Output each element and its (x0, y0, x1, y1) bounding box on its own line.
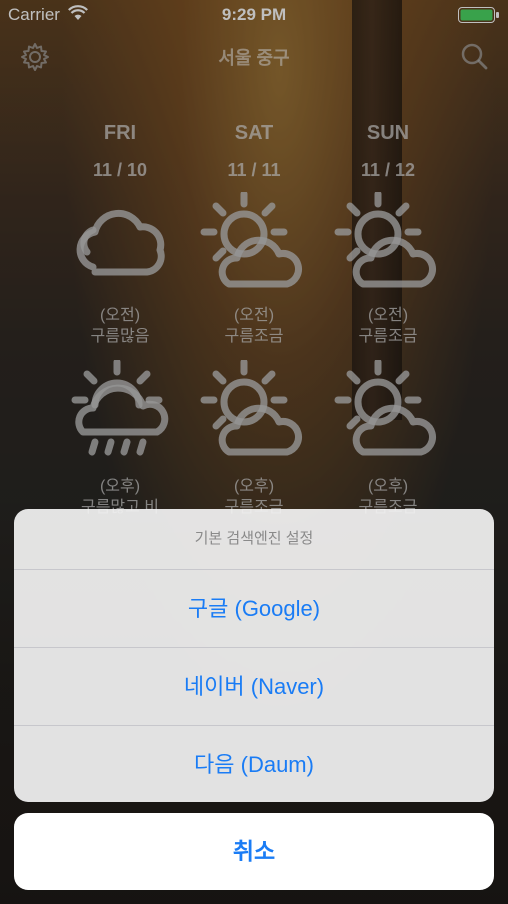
action-sheet-title: 기본 검색엔진 설정 (14, 509, 494, 570)
naver-option-button[interactable]: 네이버 (Naver) (14, 648, 494, 726)
google-option-button[interactable]: 구글 (Google) (14, 570, 494, 648)
cancel-button[interactable]: 취소 (14, 813, 494, 890)
daum-option-button[interactable]: 다음 (Daum) (14, 726, 494, 802)
action-sheet: 기본 검색엔진 설정 구글 (Google) 네이버 (Naver) 다음 (D… (14, 509, 494, 802)
